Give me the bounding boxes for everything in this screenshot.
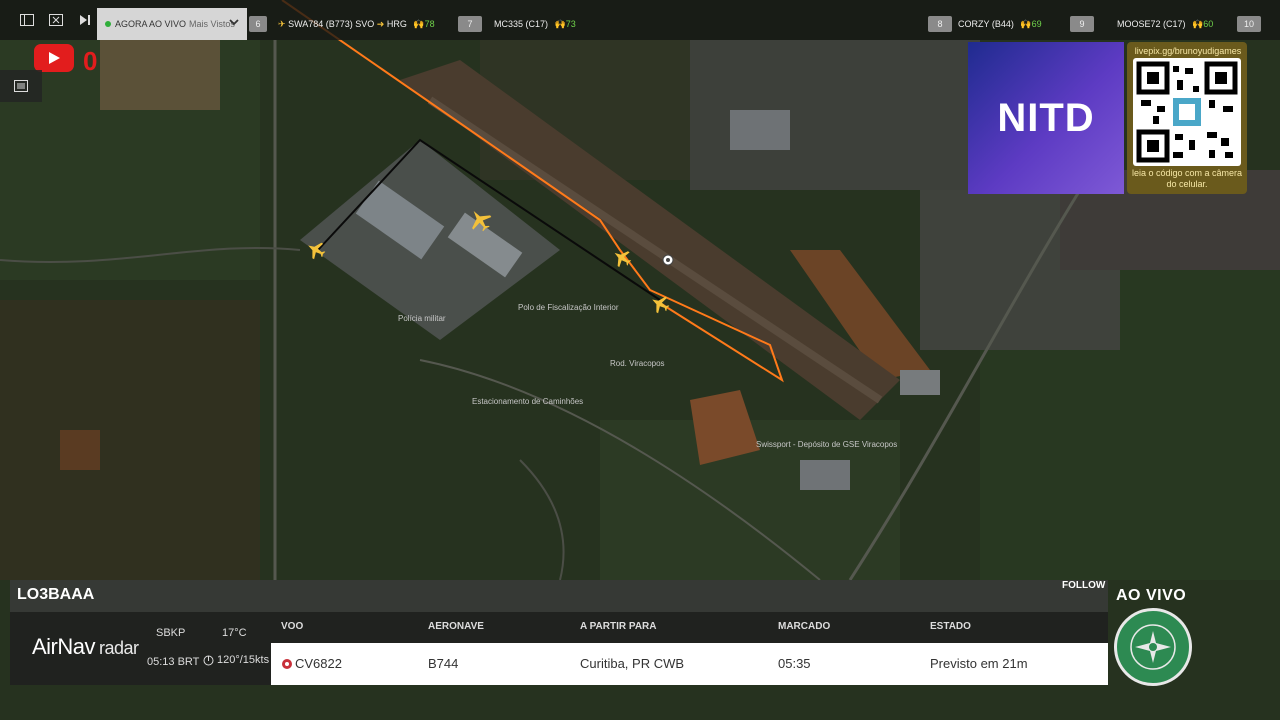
qr-url: livepix.gg/brunoyudigames bbox=[1134, 46, 1242, 56]
rank-badge: 6 bbox=[249, 16, 267, 32]
column-header-status: ESTADO bbox=[930, 621, 971, 632]
column-header-scheduled: MARCADO bbox=[778, 621, 831, 632]
live-selector-label: AGORA AO VIVO bbox=[115, 19, 187, 29]
plane-icon: ✈ bbox=[278, 19, 286, 29]
ranked-flight-item[interactable]: MC335 (C17) 🙌73 bbox=[494, 19, 576, 30]
youtube-icon bbox=[34, 44, 74, 72]
map-label: Swissport - Depósito de GSE Viracopos bbox=[756, 440, 897, 449]
viewer-count: 🙌73 bbox=[554, 19, 576, 29]
flight-panel: AirNav radar SBKP 05:13 BRT 17°C 120°/15k… bbox=[10, 612, 1108, 685]
rank-badge: 8 bbox=[928, 16, 952, 32]
ranked-flight-item[interactable]: ✈ SWA784 (B773) SVO ➜ HRG 🙌78 bbox=[278, 19, 435, 30]
rank-badge: 7 bbox=[458, 16, 482, 32]
airline-logo-icon bbox=[282, 659, 292, 669]
rank-badge: 9 bbox=[1070, 16, 1094, 32]
map-label: Rod. Viracopos bbox=[610, 359, 665, 368]
rank-badge: 10 bbox=[1237, 16, 1261, 32]
flight-panel-header: LO3BAAA bbox=[10, 580, 1108, 612]
live-dot-icon bbox=[105, 21, 111, 27]
flight-number: CV6822 bbox=[295, 656, 342, 671]
viewer-count: 🙌69 bbox=[1020, 19, 1042, 29]
qr-code-icon bbox=[1133, 58, 1241, 166]
map-label: Polícia militar bbox=[398, 314, 446, 323]
qr-panel: livepix.gg/brunoyudigames leia o código … bbox=[1127, 42, 1247, 194]
airport-marker-icon[interactable] bbox=[662, 254, 674, 266]
brand-main: AirNav bbox=[32, 634, 96, 659]
field-patch bbox=[100, 40, 220, 110]
list-icon bbox=[14, 80, 28, 92]
list-view-button[interactable] bbox=[0, 70, 42, 102]
map-label: Polo de Fiscalização Interior bbox=[518, 303, 619, 312]
column-header-flight: VOO bbox=[281, 621, 304, 632]
top-bar: AGORA AO VIVO Mais Vistos 6 ✈ SWA784 (B7… bbox=[0, 0, 1280, 40]
chevron-down-icon bbox=[229, 19, 239, 26]
terminal-building bbox=[800, 460, 850, 490]
column-header-aircraft: AERONAVE bbox=[428, 621, 484, 632]
sidebar-toggle-icon[interactable] bbox=[19, 12, 35, 28]
live-selector-dropdown[interactable]: AGORA AO VIVO Mais Vistos bbox=[97, 8, 247, 40]
viewer-count: 🙌78 bbox=[413, 19, 435, 29]
local-time: 05:13 BRT bbox=[147, 656, 200, 668]
column-header-route: A PARTIR PARA bbox=[580, 621, 657, 632]
viewer-count: 🙌60 bbox=[1192, 19, 1214, 29]
follow-button[interactable]: FOLLOW bbox=[1062, 580, 1105, 591]
close-panel-icon[interactable] bbox=[48, 12, 64, 28]
wind-value: 120°/15kts bbox=[217, 654, 270, 666]
terminal-building bbox=[730, 110, 790, 150]
ranked-flight-dest: HRG bbox=[386, 19, 407, 29]
aircraft-type: B744 bbox=[428, 656, 459, 671]
ranked-flight-text: MC335 (C17) bbox=[494, 19, 549, 29]
live-label: AO VIVO bbox=[1116, 587, 1187, 604]
live-selector-sub: Mais Vistos bbox=[189, 19, 235, 29]
nitd-logo: NITD bbox=[968, 42, 1124, 194]
terminal-building bbox=[900, 370, 940, 395]
wind-info: 120°/15kts bbox=[203, 654, 269, 666]
ranked-flight-text: MOOSE72 (C17) bbox=[1117, 19, 1186, 29]
wind-icon bbox=[203, 655, 214, 665]
field-patch bbox=[0, 300, 260, 580]
route: Curitiba, PR CWB bbox=[580, 656, 685, 671]
skip-next-icon[interactable] bbox=[77, 12, 93, 28]
ranked-flight-text: SWA784 (B773) SVO bbox=[288, 19, 375, 29]
flight-status: Previsto em 21m bbox=[930, 656, 1028, 671]
field-patch bbox=[60, 430, 100, 470]
channel-badge-icon bbox=[1114, 608, 1192, 686]
ranked-flight-item[interactable]: MOOSE72 (C17) 🙌60 bbox=[1117, 19, 1213, 30]
ranked-flight-text: CORZY (B44) bbox=[958, 19, 1014, 29]
arrow-icon: ➜ bbox=[376, 19, 387, 29]
qr-caption: leia o código com a câmera do celular. bbox=[1131, 168, 1243, 189]
nitd-logo-text: NITD bbox=[997, 95, 1095, 140]
temperature: 17°C bbox=[222, 627, 247, 639]
map-label: Estacionamento de Caminhões bbox=[472, 397, 583, 406]
aircraft-registration: LO3BAAA bbox=[17, 586, 95, 603]
brand-sub: radar bbox=[99, 638, 139, 658]
airnav-radar-logo: AirNav radar bbox=[32, 634, 139, 660]
scheduled-time: 05:35 bbox=[778, 656, 811, 671]
airport-code: SBKP bbox=[156, 627, 186, 639]
ranked-flight-item[interactable]: CORZY (B44) 🙌69 bbox=[958, 19, 1042, 30]
table-row[interactable]: CV6822 B744 Curitiba, PR CWB 05:35 Previ… bbox=[271, 643, 1108, 685]
live-counter: 0 bbox=[83, 46, 98, 76]
